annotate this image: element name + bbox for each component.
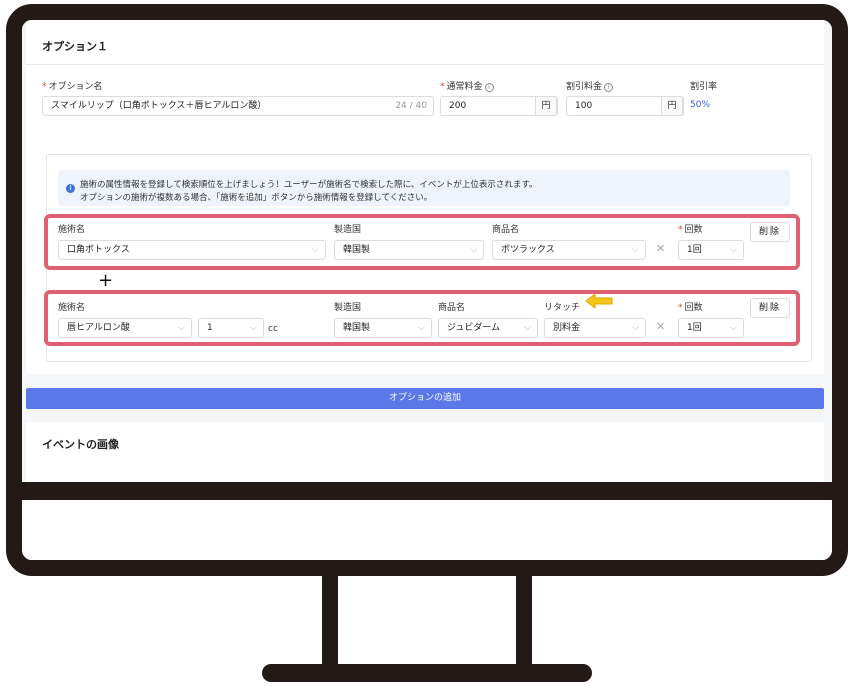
- divider: [26, 64, 824, 65]
- normal-price-label: * 通常料金 i: [440, 79, 494, 92]
- monitor-bezel: [22, 482, 832, 500]
- monitor-chin: [22, 500, 832, 560]
- monitor-frame: オプション１ * オプション名 スマイルリップ（口角ボトックス＋唇ヒアルロン酸） …: [6, 4, 848, 576]
- option-name-input[interactable]: スマイルリップ（口角ボトックス＋唇ヒアルロン酸） 24 / 40: [42, 96, 434, 116]
- event-image-card: イベントの画像: [26, 422, 824, 482]
- info-notice: i 施術の属性情報を登録して検索順位を上げましょう！ユーザーが施術名で検索した際…: [58, 170, 790, 206]
- discount-rate-value: 50%: [690, 100, 711, 110]
- char-count: 24 / 40: [395, 101, 427, 111]
- yen-unit: 円: [661, 97, 683, 115]
- notice-line-2: オプションの施術が複数ある場合、「施術を追加」ボタンから施術情報を登録してくださ…: [80, 193, 433, 203]
- normal-price-input[interactable]: 200 円: [440, 96, 558, 116]
- add-option-button[interactable]: オプションの追加: [26, 388, 824, 409]
- discount-rate-label: 割引率: [690, 82, 718, 92]
- plus-sign: +: [98, 270, 114, 291]
- info-icon: i: [484, 83, 494, 92]
- notice-line-1: 施術の属性情報を登録して検索順位を上げましょう！ユーザーが施術名で検索した際に、…: [80, 180, 538, 190]
- info-icon: i: [604, 83, 614, 92]
- monitor-stand-base: [262, 664, 592, 682]
- screen: オプション１ * オプション名 スマイルリップ（口角ボトックス＋唇ヒアルロン酸） …: [22, 20, 832, 482]
- monitor-stand-neck: [322, 574, 532, 670]
- discount-price-input[interactable]: 100 円: [566, 96, 684, 116]
- discount-price-label: 割引料金 i: [566, 79, 614, 92]
- highlight-box: [44, 290, 800, 346]
- event-image-title: イベントの画像: [42, 438, 119, 451]
- option-name-label: * オプション名: [42, 82, 103, 92]
- option-title: オプション１: [42, 40, 108, 53]
- info-icon: i: [66, 184, 75, 193]
- highlight-box: [44, 214, 800, 270]
- yen-unit: 円: [535, 97, 557, 115]
